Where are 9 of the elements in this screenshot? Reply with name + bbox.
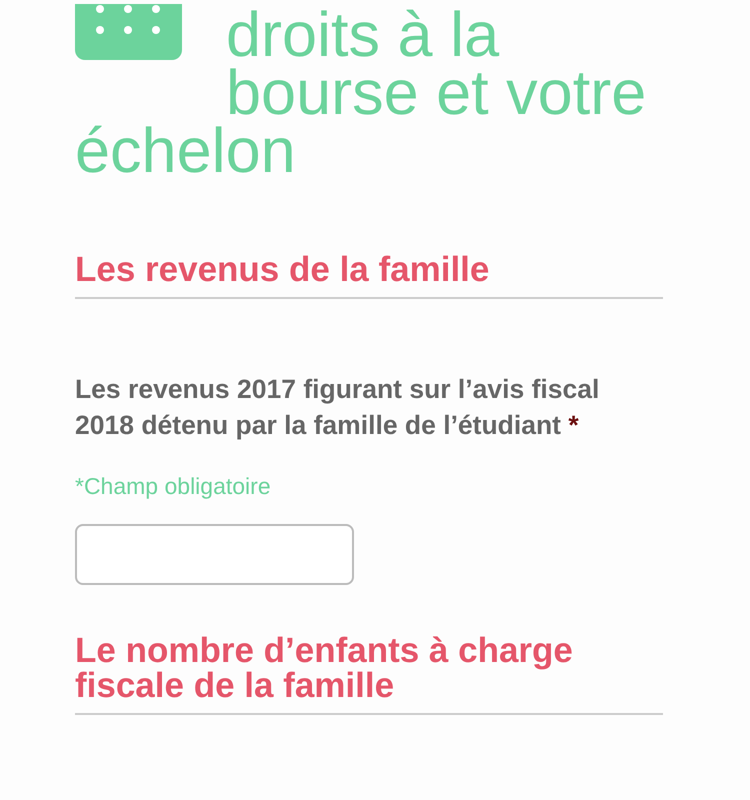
title-line: droits à la <box>226 4 500 64</box>
required-hint: *Champ obligatoire <box>75 472 272 501</box>
title-line: bourse et votre <box>226 64 646 122</box>
field-label: Les revenus 2017 figurant sur l’avis fiscal 2018 détenu par la famille de l’étudiant * <box>75 373 600 442</box>
input-field[interactable] <box>75 524 354 584</box>
calendar-icon <box>75 4 182 61</box>
title-line: échelon <box>75 122 297 180</box>
section-heading: Les revenus de la famille <box>75 252 663 299</box>
section-heading: Le nombre d’enfants à charge fiscale de la famille <box>75 632 663 714</box>
